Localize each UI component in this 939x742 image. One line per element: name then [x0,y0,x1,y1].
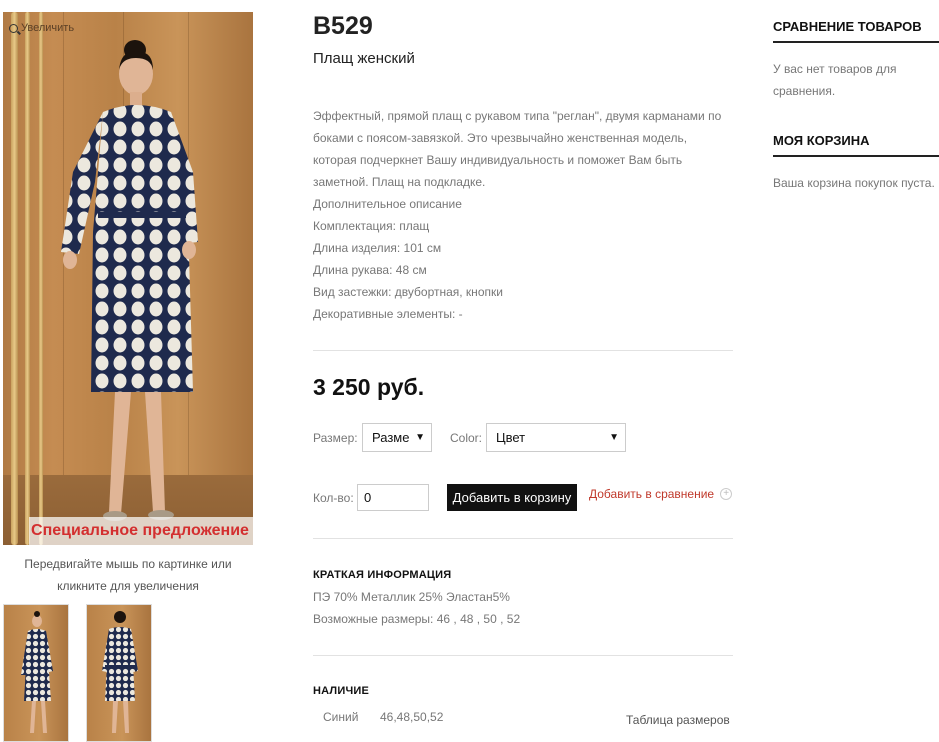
description-line: Эффектный, прямой плащ с рукавом типа "р… [313,109,722,123]
description-line: заметной. Плащ на подкладке. [313,175,486,189]
brief-info-title: КРАТКАЯ ИНФОРМАЦИЯ [313,569,452,581]
description-line: Длина изделия: 101 см [313,241,442,255]
quantity-label: Кол-во: [313,491,354,505]
description-line: Дополнительное описание [313,197,462,211]
image-hover-hint: Передвигайте мышь по картинке или кликни… [24,557,232,593]
description-line: Декоративные элементы: - [313,307,463,321]
dropdown-arrow-icon: ▼ [609,432,619,443]
description-line: Комплектация: плащ [313,219,430,233]
plus-circle-icon: + [720,488,733,500]
thumbnail-front-image [21,611,53,733]
compare-title: СРАВНЕНИЕ ТОВАРОВ [773,19,922,34]
color-select[interactable]: Цвет ▼ [486,423,626,452]
color-label: Color: [450,431,483,445]
description-line: которая подчеркнет Вашу индивидуальность… [313,153,683,167]
product-description: Эффектный, прямой плащ с рукавом типа "р… [313,105,733,325]
special-offer-badge: Специальное предложение [29,517,253,545]
add-to-compare-label: Добавить в сравнение [589,487,715,501]
thumbnail-back[interactable] [86,604,152,742]
divider [313,538,733,539]
stock-title: НАЛИЧИЕ [313,685,370,697]
model-illustration [61,40,198,521]
add-to-cart-button[interactable]: Добавить в корзину [447,484,577,511]
size-table-link[interactable]: Таблица размеров [626,713,730,727]
product-sku: B529 [313,12,373,40]
product-main-image[interactable]: Увеличить Специальное предложение [3,12,253,545]
add-to-compare-link[interactable]: Добавить в сравнение + [589,487,733,501]
available-sizes-text: Возможные размеры: 46 , 48 , 50 , 52 [313,612,521,626]
thumbnail-front[interactable] [3,604,69,742]
description-line: Длина рукава: 48 см [313,263,427,277]
size-select[interactable]: Разме ▼ [362,423,432,452]
composition-text: ПЭ 70% Металлик 25% Эластан5% [313,590,510,604]
compare-title-rule [773,41,939,43]
cart-title-rule [773,155,939,157]
product-price: 3 250 руб. [313,374,425,400]
description-line: Вид застежки: двубортная, кнопки [313,285,503,299]
cart-empty-text: Ваша корзина покупок пуста. [773,176,935,190]
thumbnail-back-image [102,611,138,733]
product-name: Плащ женский [313,50,415,67]
stock-sizes: 46,48,50,52 [380,710,444,724]
stock-color: Синий [323,710,359,724]
compare-empty-text: У вас нет товаров для сравнения. [773,62,897,98]
size-label: Размер: [313,431,358,445]
description-line: боками с поясом-завязкой. Это чрезвычайн… [313,131,688,145]
size-select-value: Разме [372,430,410,445]
dropdown-arrow-icon: ▼ [415,432,425,443]
divider [313,350,733,351]
divider [313,655,733,656]
cart-title: МОЯ КОРЗИНА [773,133,870,148]
quantity-input[interactable]: 0 [357,484,429,511]
color-select-value: Цвет [496,430,526,445]
